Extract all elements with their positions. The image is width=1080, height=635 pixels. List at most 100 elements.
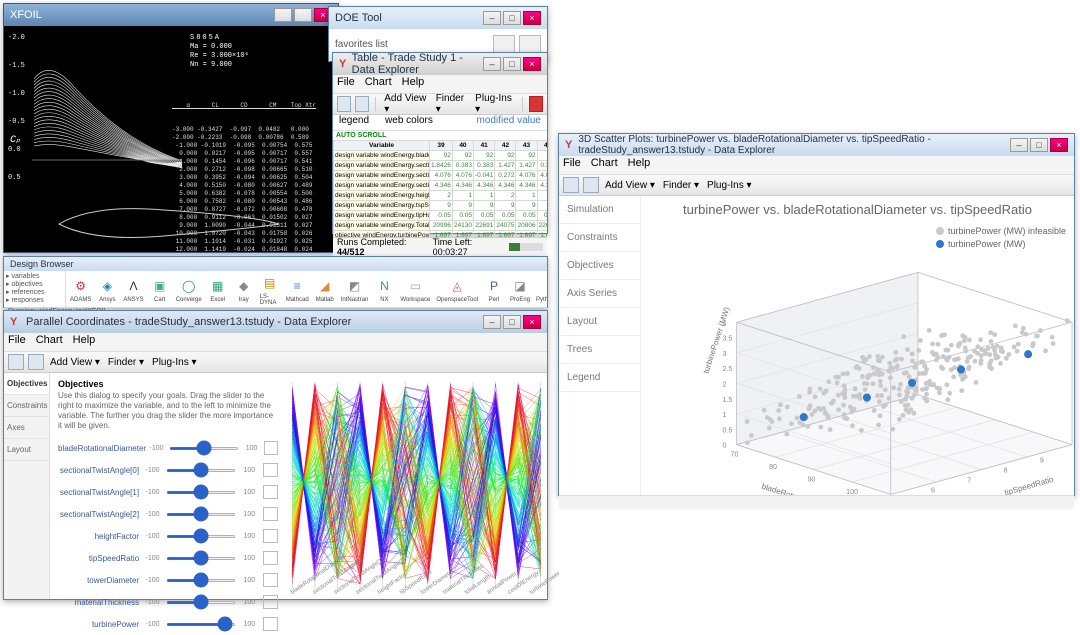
plugins-dropdown[interactable]: Plug-Ins ▾ xyxy=(473,93,516,115)
maximize-button[interactable]: □ xyxy=(503,57,521,71)
plugins-dropdown[interactable]: Plug-Ins ▾ xyxy=(705,180,753,191)
sidetab-layout[interactable]: Layout xyxy=(559,308,640,336)
ribbon-titlebar[interactable]: Design Browser xyxy=(4,257,547,271)
doe-action-button-2[interactable] xyxy=(519,35,541,53)
maximize-button[interactable]: □ xyxy=(294,8,312,22)
scatter-3d-canvas[interactable]: 00.511.522.533.547080901001105678910turb… xyxy=(641,223,1074,495)
component-ansys[interactable]: ◈ Ansys xyxy=(97,276,117,303)
sidetab-constraints[interactable]: Constraints xyxy=(559,224,640,252)
maximize-button[interactable]: □ xyxy=(503,11,521,25)
objective-slider[interactable] xyxy=(166,623,236,626)
doe-action-button-1[interactable] xyxy=(493,35,515,53)
para-titlebar[interactable]: Y Parallel Coordinates - tradeStudy_answ… xyxy=(4,311,547,333)
menu-chart[interactable]: Chart xyxy=(591,157,618,173)
finder-dropdown[interactable]: Finder ▾ xyxy=(106,357,146,368)
scatter-titlebar[interactable]: Y 3D Scatter Plots: turbinePower vs. bla… xyxy=(559,134,1074,156)
objective-slider[interactable] xyxy=(166,513,236,516)
print-icon[interactable] xyxy=(28,354,44,370)
menu-help[interactable]: Help xyxy=(402,76,425,92)
save-icon[interactable] xyxy=(337,96,351,112)
menu-file[interactable]: File xyxy=(8,334,26,350)
objective-value-box[interactable] xyxy=(263,485,278,499)
model-tree[interactable]: ▸ variables▸ objectives▸ references▸ res… xyxy=(4,271,66,307)
close-button[interactable]: × xyxy=(523,315,541,329)
table-titlebar[interactable]: Y Table - Trade Study 1 - Data Explorer … xyxy=(333,53,547,75)
tab-legend[interactable]: legend xyxy=(339,115,369,130)
close-button[interactable]: × xyxy=(1050,138,1068,152)
menu-file[interactable]: File xyxy=(563,157,581,173)
component-workspace[interactable]: ▭ Workspace xyxy=(400,276,430,303)
component-python2vars[interactable]: ▶ Python2vars xyxy=(536,276,547,303)
menu-help[interactable]: Help xyxy=(73,334,96,350)
xfoil-titlebar[interactable]: XFOIL – □ × xyxy=(4,4,338,26)
component-proeng[interactable]: ◪ ProEng xyxy=(510,276,530,303)
save-icon[interactable] xyxy=(563,177,579,193)
menu-help[interactable]: Help xyxy=(628,157,651,173)
maximize-button[interactable]: □ xyxy=(503,315,521,329)
component-ansys[interactable]: Λ ANSYS xyxy=(123,276,143,303)
objective-slider[interactable] xyxy=(166,469,236,472)
objective-value-box[interactable] xyxy=(263,463,278,477)
objective-slider[interactable] xyxy=(166,579,236,582)
objective-slider[interactable] xyxy=(169,447,239,450)
objective-slider[interactable] xyxy=(166,557,236,560)
component-iray[interactable]: ◆ Iray xyxy=(234,276,254,303)
component-mathcad[interactable]: ≡ Mathcad xyxy=(286,276,309,303)
objective-value-box[interactable] xyxy=(263,551,278,565)
component-cart[interactable]: ▣ Cart xyxy=(150,276,170,303)
sidetab-axisseries[interactable]: Axis Series xyxy=(559,280,640,308)
menu-chart[interactable]: Chart xyxy=(36,334,63,350)
minimize-button[interactable]: – xyxy=(483,11,501,25)
sidetab-trees[interactable]: Trees xyxy=(559,336,640,364)
component-intnastran[interactable]: ◩ IntNastran xyxy=(341,276,369,303)
save-icon[interactable] xyxy=(8,354,24,370)
doe-titlebar[interactable]: DOE Tool –□× xyxy=(329,7,547,29)
minimize-button[interactable]: – xyxy=(274,8,292,22)
minimize-button[interactable]: – xyxy=(483,57,501,71)
add-view-dropdown[interactable]: Add View ▾ xyxy=(603,180,657,191)
plugins-dropdown[interactable]: Plug-Ins ▾ xyxy=(150,357,198,368)
objective-value-box[interactable] xyxy=(263,595,278,609)
objective-value-box[interactable] xyxy=(264,441,278,455)
component-ls-dyna[interactable]: ▤ LS-DYNA xyxy=(260,273,280,306)
scatter-plot-area[interactable]: turbinePower vs. bladeRotationalDiameter… xyxy=(641,196,1074,495)
sidetab-layout[interactable]: Layout xyxy=(4,439,49,461)
sidetab-simulation[interactable]: Simulation xyxy=(559,196,640,224)
minimize-button[interactable]: – xyxy=(1010,138,1028,152)
sidetab-objectives[interactable]: Objectives xyxy=(4,373,49,395)
finder-dropdown[interactable]: Finder ▾ xyxy=(434,93,469,115)
close-button[interactable]: × xyxy=(523,57,541,71)
sidetab-axes[interactable]: Axes xyxy=(4,417,49,439)
component-matlab[interactable]: ◢ Matlab xyxy=(315,276,335,303)
maximize-button[interactable]: □ xyxy=(1030,138,1048,152)
component-nx[interactable]: N NX xyxy=(374,276,394,303)
record-icon[interactable] xyxy=(529,96,543,112)
data-grid[interactable]: AUTO SCROLL Variable394041424344design v… xyxy=(333,131,547,237)
menu-file[interactable]: File xyxy=(337,76,355,92)
finder-dropdown[interactable]: Finder ▾ xyxy=(661,180,701,191)
objective-value-box[interactable] xyxy=(263,617,278,631)
add-view-dropdown[interactable]: Add View ▾ xyxy=(382,93,429,115)
component-perl[interactable]: P Perl xyxy=(484,276,504,303)
component-openspacetool[interactable]: ◬ OpenspaceTool xyxy=(436,276,478,303)
close-button[interactable]: × xyxy=(523,11,541,25)
component-adams[interactable]: ⚙ ADAMS xyxy=(70,276,91,303)
component-converge[interactable]: ◯ Converge xyxy=(176,276,202,303)
component-excel[interactable]: ▦ Excel xyxy=(208,276,228,303)
objective-value-box[interactable] xyxy=(263,507,278,521)
print-icon[interactable] xyxy=(583,177,599,193)
minimize-button[interactable]: – xyxy=(483,315,501,329)
objective-slider[interactable] xyxy=(166,491,236,494)
tab-webcolors[interactable]: web colors xyxy=(385,115,433,130)
objective-value-box[interactable] xyxy=(263,529,278,543)
menu-chart[interactable]: Chart xyxy=(365,76,392,92)
sidetab-legend[interactable]: Legend xyxy=(559,364,640,392)
sidetab-objectives[interactable]: Objectives xyxy=(559,252,640,280)
sidetab-constraints[interactable]: Constraints xyxy=(4,395,49,417)
objective-slider[interactable] xyxy=(166,535,236,538)
objective-value-box[interactable] xyxy=(263,573,278,587)
add-view-dropdown[interactable]: Add View ▾ xyxy=(48,357,102,368)
parallel-coord-plot[interactable]: bladeRotationalDiametersectionalTwistAng… xyxy=(286,373,547,599)
print-icon[interactable] xyxy=(355,96,369,112)
objective-slider[interactable] xyxy=(166,601,236,604)
